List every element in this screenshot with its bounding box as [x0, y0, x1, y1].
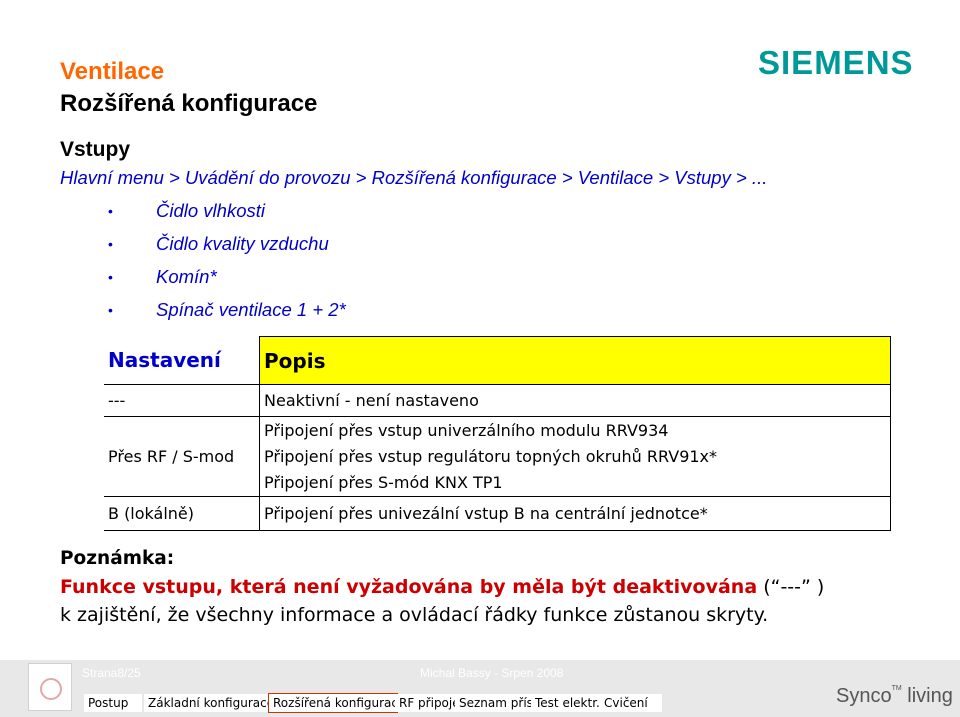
- list-item: • Spínač ventilace 1 + 2*: [108, 295, 346, 328]
- description-cell: Neaktivní - není nastaveno: [259, 384, 891, 417]
- nav-postup[interactable]: Postup: [84, 694, 142, 712]
- nav-rf-pripojeni[interactable]: RF připojení: [395, 694, 471, 712]
- table-row: Přes RF / S-mod Připojení přes vstup uni…: [104, 416, 891, 497]
- siemens-logo: SIEMENS: [758, 44, 914, 81]
- nav-cviceni[interactable]: Cvičení: [600, 694, 662, 712]
- list-item: • Čidlo kvality vzduchu: [108, 229, 346, 262]
- synco-living-logo: SyncoTM living: [836, 685, 953, 707]
- setting-cell: ---: [104, 384, 260, 417]
- table-header-row: Nastavení Popis: [104, 336, 891, 385]
- column-header-description: Popis: [259, 336, 891, 385]
- list-item: • Čidlo vlhkosti: [108, 196, 346, 229]
- note-warning: Funkce vstupu, která není vyžadována by …: [60, 576, 825, 598]
- input-list: • Čidlo vlhkosti • Čidlo kvality vzduchu •…: [108, 196, 346, 328]
- note-text: k zajištění, že všechny informace a ovlá…: [60, 604, 769, 626]
- note-title: Poznámka:: [60, 548, 175, 569]
- description-cell: Připojení přes univezální vstup B na cen…: [259, 496, 891, 531]
- footer-logo-icon: [28, 663, 72, 711]
- column-header-setting: Nastavení: [104, 336, 260, 385]
- bullet-icon: •: [108, 302, 113, 318]
- table-row: B (lokálně) Připojení přes univezální vs…: [104, 496, 891, 531]
- slide-subtitle: Rozšířená konfigurace: [60, 90, 318, 117]
- description-cell: Připojení přes vstup univerzálního modul…: [259, 416, 891, 497]
- setting-cell: Přes RF / S-mod: [104, 416, 260, 497]
- nav-test-zapojeni[interactable]: Test elektr. zapojení: [531, 694, 654, 712]
- footer-author: Michal Bassy - Srpen 2008: [420, 666, 564, 680]
- page-number: Strana8/25: [82, 666, 141, 680]
- slide-title: Ventilace: [60, 58, 165, 85]
- nav-zakladni-konfigurace[interactable]: Základní konfigurace: [144, 694, 274, 712]
- nav-seznam-pristroju[interactable]: Seznam přístr.: [455, 694, 545, 712]
- setting-cell: B (lokálně): [104, 496, 260, 531]
- list-item: • Komín*: [108, 262, 346, 295]
- settings-table: Nastavení Popis --- Neaktivní - není nas…: [104, 336, 891, 531]
- bullet-icon: •: [108, 269, 113, 285]
- section-title: Vstupy: [60, 138, 131, 161]
- nav-rozsirena-konfigurace[interactable]: Rozšířená konfigurace: [268, 693, 405, 713]
- table-row: --- Neaktivní - není nastaveno: [104, 384, 891, 417]
- menu-path: Hlavní menu > Uvádění do provozu > Rozší…: [60, 167, 768, 188]
- bullet-icon: •: [108, 203, 113, 219]
- bullet-icon: •: [108, 236, 113, 252]
